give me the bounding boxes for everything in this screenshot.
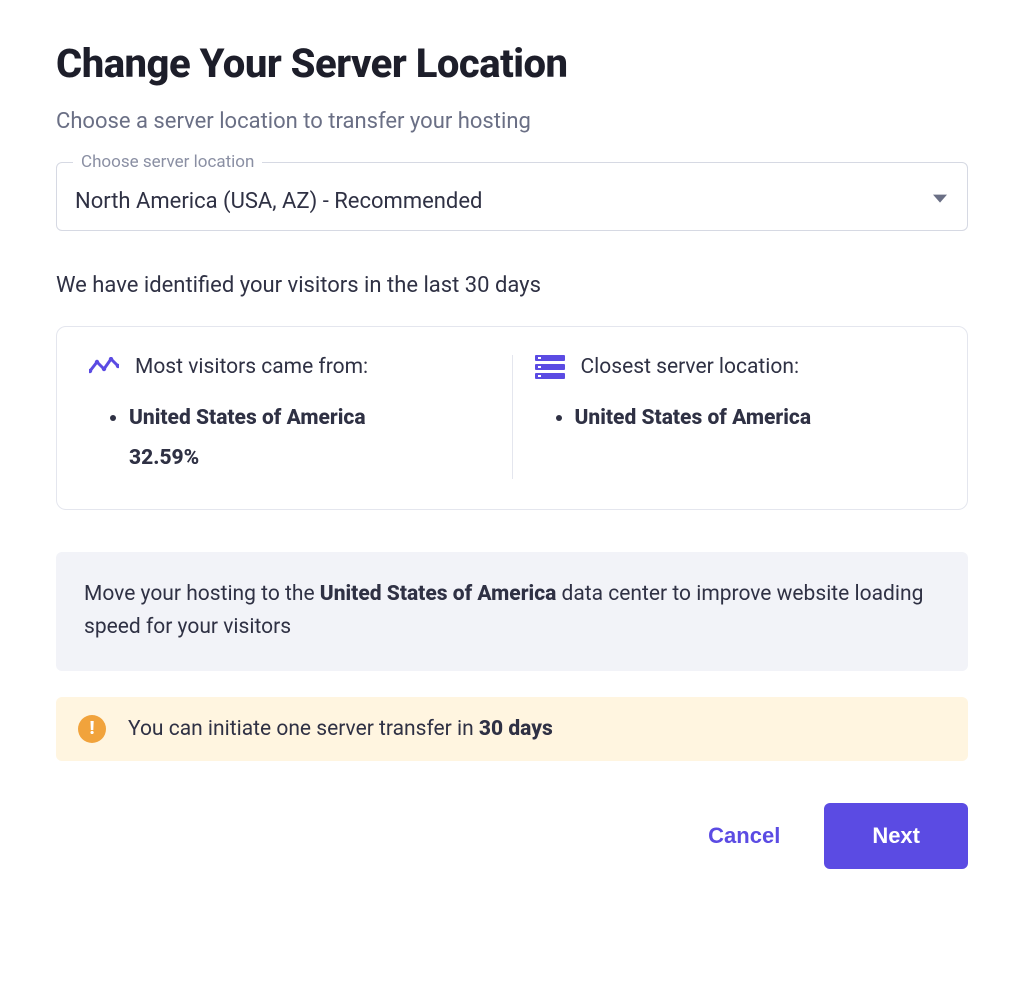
most-visitors-country: United States of America [129, 406, 366, 430]
recommendation-bold: United States of America [320, 582, 557, 606]
warning-prefix: You can initiate one server transfer in [128, 717, 479, 741]
recommendation-prefix: Move your hosting to the [84, 582, 320, 606]
server-location-select-label: Choose server location [73, 152, 262, 172]
identified-text: We have identified your visitors in the … [56, 273, 968, 298]
analytics-icon [87, 355, 121, 379]
warning-icon: ! [78, 715, 106, 743]
closest-server-item: United States of America [575, 399, 938, 439]
most-visitors-percent: 32.59% [129, 446, 199, 470]
closest-server-column: Closest server location: United States o… [533, 355, 938, 479]
most-visitors-item: United States of America 32.59% [129, 399, 492, 479]
server-location-select-value: North America (USA, AZ) - Recommended [75, 189, 949, 214]
recommendation-card: Move your hosting to the United States o… [56, 552, 968, 671]
warning-bold: 30 days [479, 717, 553, 741]
server-icon [533, 355, 567, 379]
stats-divider [512, 355, 513, 479]
cancel-button[interactable]: Cancel [700, 807, 788, 865]
warning-text: You can initiate one server transfer in … [128, 717, 553, 741]
page-title: Change Your Server Location [56, 40, 968, 87]
server-location-select[interactable]: Choose server location North America (US… [56, 162, 968, 231]
most-visitors-heading: Most visitors came from: [135, 355, 368, 379]
warning-card: ! You can initiate one server transfer i… [56, 697, 968, 761]
chevron-down-icon [933, 194, 947, 202]
page-subtitle: Choose a server location to transfer you… [56, 109, 968, 134]
closest-server-country: United States of America [575, 406, 812, 430]
action-bar: Cancel Next [56, 803, 968, 869]
visitor-stats-card: Most visitors came from: United States o… [56, 326, 968, 510]
closest-server-heading: Closest server location: [581, 355, 800, 379]
most-visitors-column: Most visitors came from: United States o… [87, 355, 492, 479]
next-button[interactable]: Next [824, 803, 968, 869]
